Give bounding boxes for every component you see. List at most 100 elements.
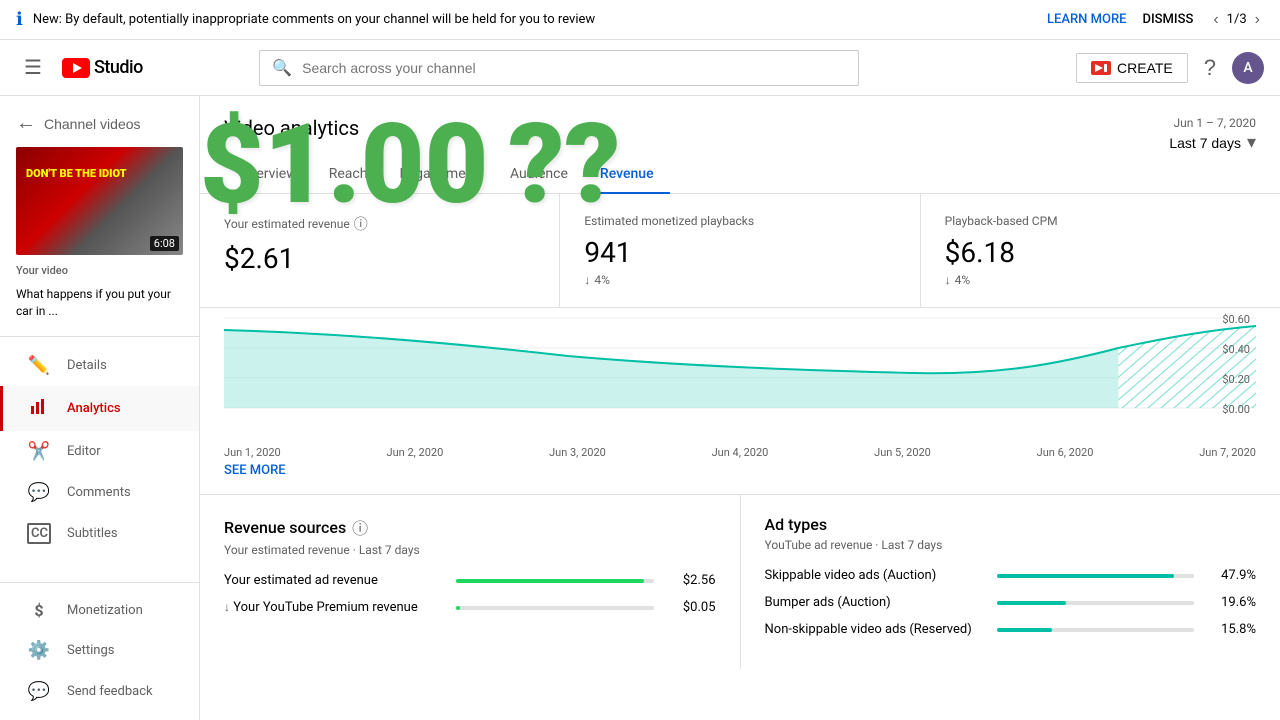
- thumb-overlay-text: DON'T BE THE IDIOT: [26, 167, 127, 180]
- stat-label-playbacks: Estimated monetized playbacks: [584, 214, 895, 228]
- date-range-button[interactable]: Last 7 days ▾: [1169, 132, 1256, 153]
- x-label-jun2: Jun 2, 2020: [387, 446, 444, 459]
- ad-revenue-bar-container: [456, 579, 654, 583]
- x-label-jun1: Jun 1, 2020: [224, 446, 281, 459]
- video-thumbnail-container: DON'T BE THE IDIOT 6:08: [16, 147, 183, 255]
- sidebar-item-comments[interactable]: 💬 Comments: [0, 472, 199, 513]
- sidebar-item-analytics[interactable]: Analytics: [0, 386, 199, 431]
- skippable-label: Skippable video ads (Auction): [765, 568, 985, 583]
- notification-nav: ‹ 1/3 ›: [1209, 9, 1264, 31]
- bumper-value: 19.6%: [1206, 595, 1256, 610]
- create-button[interactable]: CREATE: [1076, 53, 1188, 83]
- sidebar-nav: ✏️ Details Analytics ✂️ Editor 💬 Comment…: [0, 337, 199, 582]
- header: ☰ Studio 🔍 CREATE ? A: [0, 40, 1280, 96]
- monetization-label: Monetization: [67, 603, 143, 618]
- x-label-jun3: Jun 3, 2020: [549, 446, 606, 459]
- menu-button[interactable]: ☰: [16, 47, 50, 88]
- sidebar-item-subtitles[interactable]: CC Subtitles: [0, 513, 199, 554]
- notif-next-button[interactable]: ›: [1251, 9, 1264, 31]
- main-layout: ← Channel videos DON'T BE THE IDIOT 6:08…: [0, 96, 1280, 720]
- sidebar-item-feedback[interactable]: 💬 Send feedback: [0, 671, 199, 712]
- tab-engagement[interactable]: Engagement: [383, 156, 493, 194]
- skippable-value: 47.9%: [1206, 568, 1256, 583]
- revenue-chart: [224, 308, 1256, 438]
- details-label: Details: [67, 358, 107, 373]
- stats-row: Your estimated revenue ⓘ $2.61 Estimated…: [200, 194, 1280, 308]
- create-label: CREATE: [1117, 60, 1173, 76]
- bottom-cards: Revenue sources ⓘ Your estimated revenue…: [200, 494, 1280, 669]
- stat-change-playbacks: ↓ 4%: [584, 273, 895, 287]
- notification-bar: ℹ New: By default, potentially inappropr…: [0, 0, 1280, 40]
- monetization-icon: $: [27, 601, 51, 620]
- editor-label: Editor: [67, 444, 101, 459]
- sidebar-item-details[interactable]: ✏️ Details: [0, 345, 199, 386]
- stat-cpm: Playback-based CPM $6.18 ↓ 4%: [921, 194, 1280, 307]
- bumper-bar: [997, 601, 1066, 605]
- bumper-bar-container: [997, 601, 1195, 605]
- page-title: Video analytics: [224, 116, 359, 140]
- ad-types-card: Ad types YouTube ad revenue · Last 7 day…: [741, 495, 1280, 669]
- subtitles-label: Subtitles: [67, 526, 118, 541]
- dismiss-button[interactable]: DISMISS: [1143, 12, 1194, 27]
- search-bar: 🔍: [259, 50, 859, 86]
- revenue-sources-title: Revenue sources ⓘ: [224, 515, 716, 539]
- back-label: Channel videos: [44, 116, 141, 132]
- ad-revenue-label: Your estimated ad revenue: [224, 573, 444, 588]
- date-range-label: Jun 1 – 7, 2020: [1169, 116, 1256, 130]
- create-icon: [1091, 61, 1111, 75]
- y-label-000: $0.00: [1222, 403, 1250, 416]
- analytics-icon: [27, 396, 51, 421]
- header-right: CREATE ? A: [1076, 52, 1264, 84]
- video-duration: 6:08: [150, 236, 179, 251]
- video-label: Your video: [16, 263, 183, 278]
- tab-audience[interactable]: Audience: [494, 156, 584, 194]
- analytics-label: Analytics: [67, 401, 121, 416]
- stat-value-playbacks: 941: [584, 236, 895, 269]
- chart-section: $0.60 $0.40 $0.20 $0.00 Jun 1, 2020 Jun …: [200, 308, 1280, 463]
- content-wrapper: Video analytics Jun 1 – 7, 2020 Last 7 d…: [200, 96, 1280, 669]
- help-button[interactable]: ?: [1204, 55, 1216, 81]
- notif-page: 1/3: [1227, 12, 1247, 27]
- revenue-row-ad: Your estimated ad revenue $2.56: [224, 573, 716, 588]
- details-icon: ✏️: [27, 355, 51, 376]
- y-label-060: $0.60: [1222, 313, 1250, 326]
- revenue-sources-info-icon[interactable]: ⓘ: [352, 515, 368, 539]
- notification-actions: LEARN MORE DISMISS ‹ 1/3 ›: [1047, 9, 1264, 31]
- y-label-040: $0.40: [1222, 343, 1250, 356]
- tab-revenue[interactable]: Revenue: [584, 156, 670, 194]
- tab-overview[interactable]: Overview: [224, 156, 313, 194]
- tab-reach[interactable]: Reach: [313, 156, 384, 194]
- avatar[interactable]: A: [1232, 52, 1264, 84]
- back-to-channel-button[interactable]: ← Channel videos: [16, 112, 141, 135]
- sidebar-item-monetization[interactable]: $ Monetization: [0, 591, 199, 630]
- x-label-jun7: Jun 7, 2020: [1199, 446, 1256, 459]
- revenue-info-icon[interactable]: ⓘ: [354, 214, 368, 234]
- feedback-icon: 💬: [27, 681, 51, 702]
- chevron-down-icon: ▾: [1247, 132, 1256, 153]
- editor-icon: ✂️: [27, 441, 51, 462]
- studio-label: Studio: [94, 57, 143, 78]
- notif-prev-button[interactable]: ‹: [1209, 9, 1222, 31]
- search-input[interactable]: [302, 60, 846, 76]
- ad-type-nonskippable: Non-skippable video ads (Reserved) 15.8%: [765, 622, 1257, 637]
- nonskippable-bar: [997, 628, 1052, 632]
- bumper-label: Bumper ads (Auction): [765, 595, 985, 610]
- yt-studio-logo[interactable]: Studio: [62, 57, 143, 78]
- stat-label-revenue: Your estimated revenue ⓘ: [224, 214, 535, 234]
- learn-more-link[interactable]: LEARN MORE: [1047, 12, 1126, 27]
- nonskippable-bar-container: [997, 628, 1195, 632]
- sidebar-item-settings[interactable]: ⚙️ Settings: [0, 630, 199, 671]
- subtitles-icon: CC: [27, 523, 51, 544]
- ad-revenue-bar: [456, 579, 644, 583]
- revenue-sources-card: Revenue sources ⓘ Your estimated revenue…: [200, 495, 741, 669]
- see-more-link[interactable]: SEE MORE: [200, 463, 1280, 494]
- sidebar-item-editor[interactable]: ✂️ Editor: [0, 431, 199, 472]
- settings-label: Settings: [67, 643, 114, 658]
- sidebar: ← Channel videos DON'T BE THE IDIOT 6:08…: [0, 96, 200, 720]
- settings-icon: ⚙️: [27, 640, 51, 661]
- x-label-jun5: Jun 5, 2020: [874, 446, 931, 459]
- x-label-jun6: Jun 6, 2020: [1037, 446, 1094, 459]
- sidebar-channel: ← Channel videos DON'T BE THE IDIOT 6:08…: [0, 96, 199, 337]
- stat-monetized-playbacks: Estimated monetized playbacks 941 ↓ 4%: [560, 194, 920, 307]
- content-area: Video analytics Jun 1 – 7, 2020 Last 7 d…: [200, 96, 1280, 720]
